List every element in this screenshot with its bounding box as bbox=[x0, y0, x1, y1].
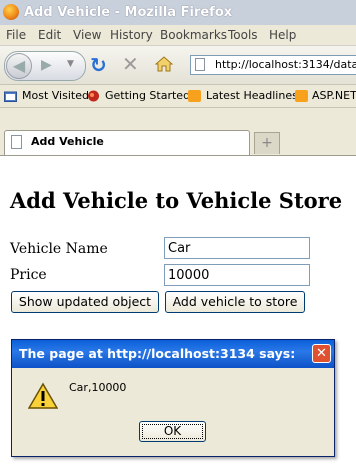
home-icon[interactable] bbox=[155, 56, 173, 72]
bookmark-latest-headlines[interactable]: Latest Headlines bbox=[206, 89, 298, 102]
warning-icon bbox=[28, 382, 58, 409]
menu-bar: File Edit View History Bookmarks Tools H… bbox=[0, 25, 356, 46]
bookmarks-toolbar: Most Visited Getting Started Latest Head… bbox=[0, 85, 356, 108]
bookmark-most-visited[interactable]: Most Visited bbox=[22, 89, 89, 102]
back-icon[interactable]: ◀ bbox=[6, 53, 32, 79]
dialog-titlebar: The page at http://localhost:3134 says: … bbox=[12, 340, 334, 368]
dialog-title: The page at http://localhost:3134 says: bbox=[19, 346, 296, 361]
firefox-bookmark-icon bbox=[88, 90, 99, 102]
stop-icon[interactable]: ✕ bbox=[122, 54, 139, 74]
window-titlebar: Add Vehicle - Mozilla Firefox bbox=[0, 0, 356, 25]
close-icon[interactable]: ✕ bbox=[312, 344, 331, 363]
tab-add-vehicle[interactable]: Add Vehicle bbox=[4, 130, 250, 155]
page-icon bbox=[11, 135, 22, 149]
price-label: Price bbox=[10, 267, 47, 283]
menu-history[interactable]: History bbox=[110, 28, 153, 42]
menu-help[interactable]: Help bbox=[269, 28, 296, 42]
price-input[interactable] bbox=[164, 264, 310, 286]
vehicle-name-label: Vehicle Name bbox=[10, 241, 108, 257]
menu-file[interactable]: File bbox=[6, 28, 26, 42]
navigation-toolbar: ◀ ▶ ▼ ↻ ✕ http://localhost:3134/datalin bbox=[0, 46, 356, 85]
tab-strip: Add Vehicle + bbox=[0, 108, 356, 156]
reload-icon[interactable]: ↻ bbox=[90, 55, 107, 75]
page-heading: Add Vehicle to Vehicle Store bbox=[10, 188, 343, 213]
menu-view[interactable]: View bbox=[73, 28, 101, 42]
bookmark-aspnet[interactable]: ASP.NET bbox=[312, 89, 356, 102]
address-bar[interactable]: http://localhost:3134/datalin bbox=[190, 55, 356, 75]
forward-icon[interactable]: ▶ bbox=[41, 57, 52, 73]
menu-edit[interactable]: Edit bbox=[38, 28, 61, 42]
menu-tools[interactable]: Tools bbox=[228, 28, 258, 42]
menu-bookmarks[interactable]: Bookmarks bbox=[160, 28, 227, 42]
firefox-logo-icon bbox=[3, 4, 19, 20]
add-vehicle-to-store-button[interactable]: Add vehicle to store bbox=[165, 291, 305, 313]
address-url: http://localhost:3134/datalin bbox=[215, 58, 356, 71]
tab-label: Add Vehicle bbox=[31, 135, 104, 148]
new-tab-button[interactable]: + bbox=[254, 132, 280, 154]
rss-feed-icon bbox=[295, 90, 308, 102]
ok-button[interactable]: OK bbox=[139, 421, 206, 442]
bookmark-getting-started[interactable]: Getting Started bbox=[105, 89, 190, 102]
window-title: Add Vehicle - Mozilla Firefox bbox=[24, 5, 233, 20]
alert-dialog: The page at http://localhost:3134 says: … bbox=[11, 339, 335, 457]
show-updated-object-button[interactable]: Show updated object bbox=[11, 291, 159, 313]
rss-feed-icon bbox=[188, 90, 201, 102]
history-dropdown-icon[interactable]: ▼ bbox=[67, 59, 74, 69]
bookmark-folder-icon bbox=[4, 91, 17, 102]
dialog-message: Car,10000 bbox=[69, 381, 127, 394]
page-icon bbox=[195, 58, 205, 71]
back-forward-group: ◀ ▶ ▼ bbox=[4, 51, 86, 81]
vehicle-name-input[interactable] bbox=[164, 237, 310, 259]
